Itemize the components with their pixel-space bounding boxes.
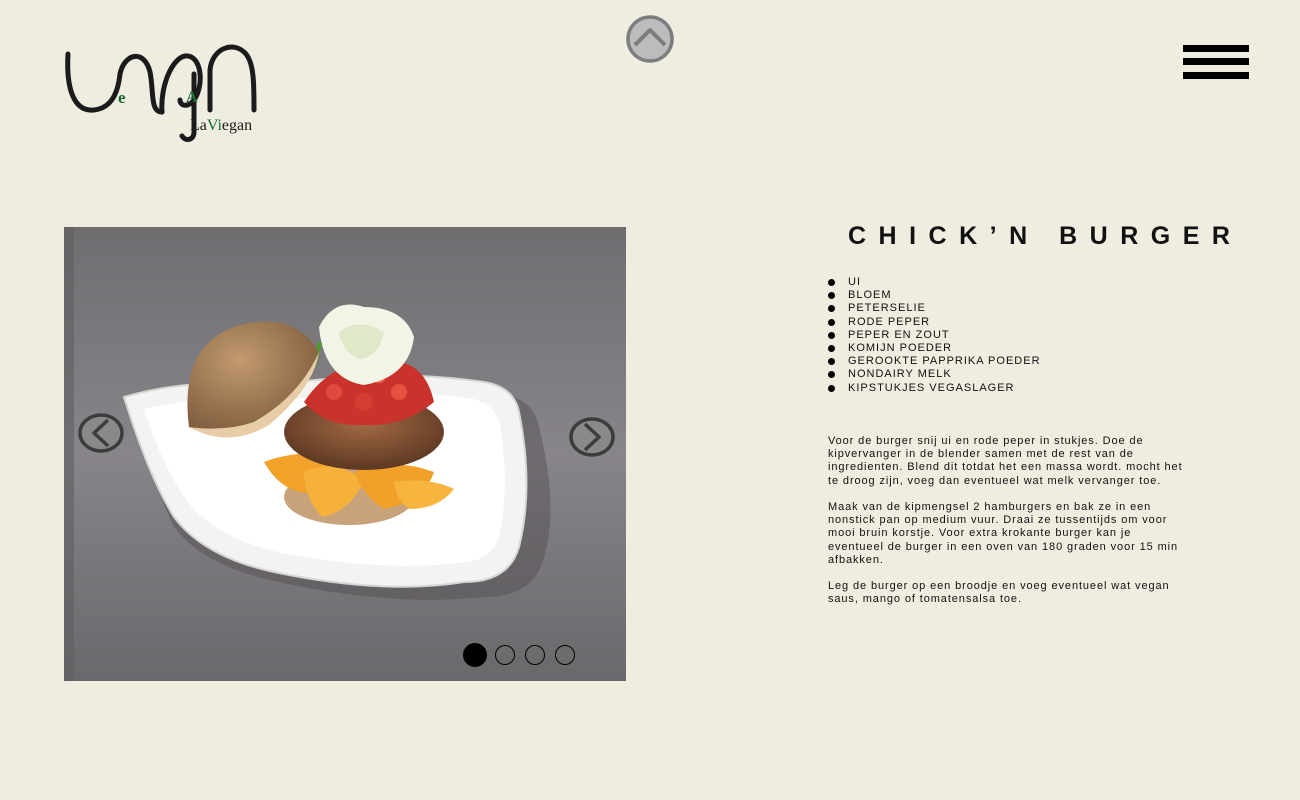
instruction-paragraph: Maak van de kipmengsel 2 hamburgers en b… bbox=[828, 501, 1179, 566]
ingredient-item: KIPSTUKJES VEGASLAGER bbox=[828, 382, 1041, 395]
chevron-right-circle-icon bbox=[569, 417, 615, 457]
slide-dot-3[interactable] bbox=[525, 645, 545, 665]
ingredient-item: PEPER EN ZOUT bbox=[828, 329, 1041, 342]
hamburger-line bbox=[1183, 72, 1249, 79]
chevron-up-circle-icon bbox=[626, 15, 674, 63]
ingredient-item: GEROOKTE PAPPRIKA POEDER bbox=[828, 355, 1041, 368]
hamburger-menu-icon bbox=[1183, 45, 1249, 52]
svg-text:A: A bbox=[186, 89, 198, 106]
slide-dot-1[interactable] bbox=[463, 643, 487, 667]
slide-dot-2[interactable] bbox=[495, 645, 515, 665]
menu-button[interactable] bbox=[1183, 45, 1249, 79]
instruction-paragraph: Voor de burger snij ui en rode peper in … bbox=[828, 435, 1183, 487]
slide-indicators bbox=[463, 643, 585, 669]
logo-subtitle: LaViegan bbox=[190, 117, 252, 134]
ingredient-item: BLOEM bbox=[828, 289, 1041, 302]
slide-image bbox=[64, 227, 626, 681]
chevron-left-circle-icon bbox=[78, 413, 124, 453]
page: e A LaViegan CHICK’N BURGER UI BLOEM PET… bbox=[0, 0, 1300, 800]
prev-slide-button[interactable] bbox=[78, 413, 124, 453]
image-slider[interactable] bbox=[64, 227, 626, 681]
next-slide-button[interactable] bbox=[569, 417, 615, 457]
logo[interactable]: e A LaViegan bbox=[62, 34, 262, 144]
logo-mark: e A LaViegan bbox=[65, 44, 257, 142]
instruction-paragraph: Leg de burger op een broodje en voeg eve… bbox=[828, 580, 1170, 606]
hamburger-line bbox=[1183, 58, 1249, 65]
scroll-up-button[interactable] bbox=[626, 15, 674, 63]
slide-dot-4[interactable] bbox=[555, 645, 575, 665]
ingredient-list: UI BLOEM PETERSELIE RODE PEPER PEPER EN … bbox=[828, 276, 1041, 395]
ingredient-item: RODE PEPER bbox=[828, 316, 1041, 329]
recipe-title: CHICK’N BURGER bbox=[848, 222, 1243, 250]
ingredient-item: NONDAIRY MELK bbox=[828, 368, 1041, 381]
ingredient-item: KOMIJN POEDER bbox=[828, 342, 1041, 355]
recipe-instructions: Voor de burger snij ui en rode peper in … bbox=[828, 435, 1188, 620]
ingredient-item: UI bbox=[828, 276, 1041, 289]
svg-text:e: e bbox=[118, 88, 126, 107]
ingredient-item: PETERSELIE bbox=[828, 302, 1041, 315]
